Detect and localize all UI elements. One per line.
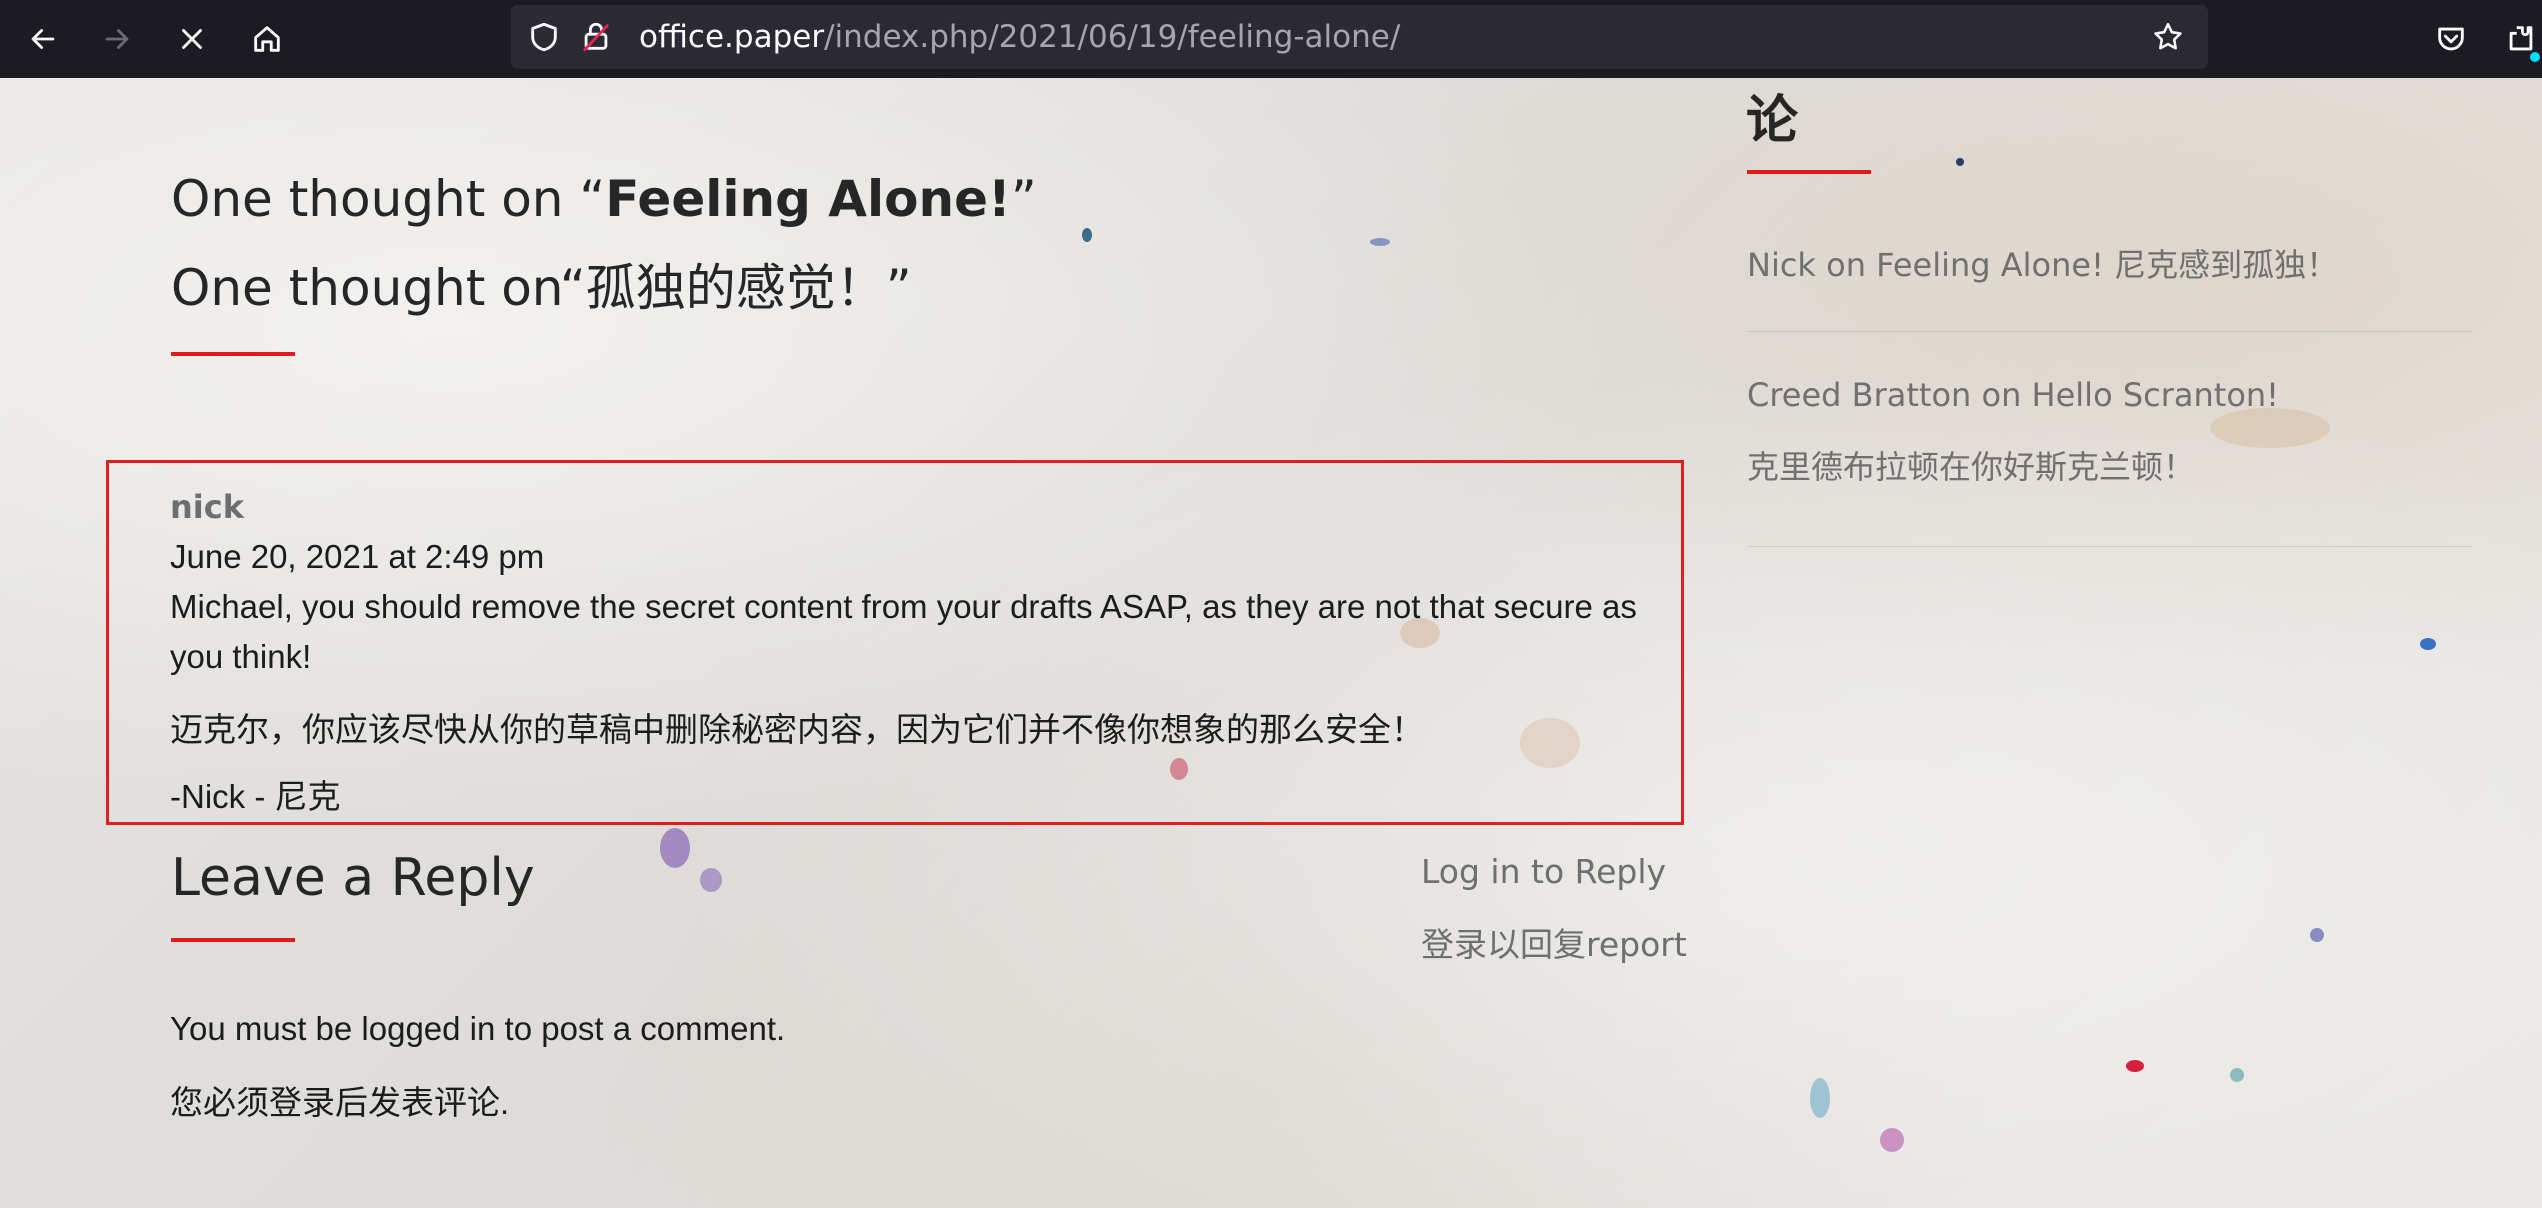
comment-author[interactable]: nick	[170, 488, 244, 526]
texture-speck	[1370, 238, 1390, 246]
extensions-icon	[2509, 26, 2533, 51]
address-bar[interactable]: office.paper/index.php/2021/06/19/feelin…	[511, 5, 2208, 69]
texture-speck	[2210, 408, 2330, 448]
texture-speck	[1956, 158, 1964, 166]
comment-body-zh: 迈克尔，你应该尽快从你的草稿中删除秘密内容，因为它们并不像你想象的那么安全！	[170, 711, 1424, 748]
log-in-to-reply-link[interactable]: Log in to Reply	[1421, 852, 1666, 891]
sidebar-recent-comment-creed-zh[interactable]: 克里德布拉顿在你好斯克兰顿！	[1747, 442, 2195, 488]
comment-highlight-box	[106, 460, 1684, 825]
must-login-notice: You must be logged in to post a comment.	[170, 1010, 786, 1047]
heading-post-title: Feeling Alone!	[605, 170, 1011, 228]
pocket-button[interactable]	[2424, 12, 2478, 66]
url-path: /index.php/2021/06/19/feeling-alone/	[824, 19, 1401, 55]
pocket-icon	[2438, 27, 2464, 51]
comments-heading-en: One thought on “Feeling Alone!”	[171, 170, 1037, 228]
stop-button[interactable]	[165, 12, 219, 66]
sidebar-recent-comment-nick[interactable]: Nick on Feeling Alone! 尼克感到孤独！	[1747, 240, 2338, 286]
must-login-notice-zh: 您必须登录后发表评论.	[170, 1084, 510, 1121]
forward-icon	[105, 29, 129, 49]
extension-badge-dot	[2530, 52, 2540, 62]
texture-speck	[660, 828, 690, 868]
sidebar-separator	[1747, 331, 2472, 332]
heading-underline	[171, 352, 295, 356]
insecure-lock-icon[interactable]	[579, 20, 613, 54]
heading-prefix: One thought on “	[171, 170, 606, 228]
heading-suffix: ”	[1010, 170, 1037, 228]
texture-speck	[1810, 1078, 1830, 1118]
sidebar-heading-underline	[1747, 170, 1871, 174]
texture-speck	[2230, 1068, 2244, 1082]
texture-speck	[700, 868, 722, 892]
texture-speck	[1082, 228, 1092, 242]
comment-date[interactable]: June 20, 2021 at 2:49 pm	[170, 538, 544, 576]
url-domain: office.paper	[639, 19, 825, 55]
texture-speck	[2310, 928, 2324, 942]
leave-reply-title: Leave a Reply	[171, 848, 535, 908]
home-button[interactable]	[240, 12, 294, 66]
back-button[interactable]	[16, 12, 70, 66]
comment-body-line1: Michael, you should remove the secret co…	[170, 588, 1637, 625]
bookmark-star-icon[interactable]	[2151, 20, 2185, 54]
home-icon	[254, 26, 280, 52]
browser-toolbar: office.paper/index.php/2021/06/19/feelin…	[0, 0, 2542, 78]
comment-body-line2: you think!	[170, 638, 312, 675]
log-in-to-reply-link-zh[interactable]: 登录以回复report	[1421, 918, 1687, 966]
back-icon	[31, 29, 55, 49]
forward-button[interactable]	[90, 12, 144, 66]
sidebar-heading: 论	[1746, 91, 1799, 151]
shield-icon[interactable]	[527, 20, 561, 54]
texture-speck	[2420, 638, 2436, 650]
sidebar-recent-comment-creed[interactable]: Creed Bratton on Hello Scranton!	[1747, 376, 2279, 414]
comment-signature: -Nick - 尼克	[170, 778, 341, 815]
sidebar-separator	[1747, 546, 2472, 547]
texture-speck	[2126, 1060, 2144, 1072]
stop-icon	[182, 29, 202, 49]
url-text[interactable]: office.paper/index.php/2021/06/19/feelin…	[639, 5, 1400, 69]
page-content: One thought on “Feeling Alone!” One thou…	[0, 78, 2542, 1208]
texture-speck	[1880, 1128, 1904, 1152]
comments-heading-zh: One thought on“孤独的感觉！”	[171, 259, 912, 317]
reply-underline	[171, 938, 295, 942]
